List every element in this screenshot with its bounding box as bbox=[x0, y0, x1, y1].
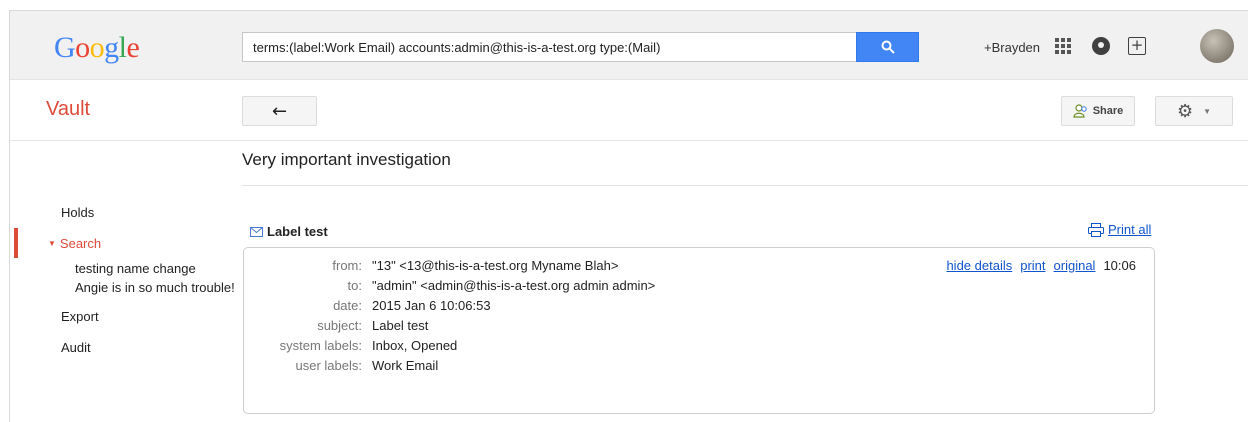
chevron-down-icon: ▼ bbox=[1203, 106, 1212, 116]
logo-letter: e bbox=[126, 31, 140, 64]
saved-search-item[interactable]: Angie is in so much trouble! bbox=[75, 280, 235, 295]
message-actions: hide details print original 10:06 bbox=[946, 258, 1136, 273]
print-all-label: Print all bbox=[1108, 222, 1152, 237]
settings-button[interactable]: ⚙ ▼ bbox=[1155, 96, 1233, 126]
search-button[interactable] bbox=[856, 32, 919, 62]
message-subject-header: Label test bbox=[250, 224, 328, 239]
detail-value: Label test bbox=[372, 318, 429, 333]
logo-letter: G bbox=[54, 31, 76, 64]
detail-label: to: bbox=[347, 278, 362, 293]
avatar[interactable] bbox=[1200, 29, 1234, 63]
detail-row: system labels: Inbox, Opened bbox=[244, 338, 944, 358]
sidebar-item-search[interactable]: ▼ Search bbox=[48, 236, 101, 251]
detail-value: Inbox, Opened bbox=[372, 338, 458, 353]
detail-row: to: "admin" <admin@this-is-a-test.org adm… bbox=[244, 278, 944, 298]
detail-label: date: bbox=[333, 298, 362, 313]
share-plus-icon[interactable]: + bbox=[1128, 37, 1146, 55]
gear-icon: ⚙ bbox=[1176, 100, 1194, 122]
detail-value: 2015 Jan 6 10:06:53 bbox=[372, 298, 491, 313]
logo-letter: o bbox=[75, 31, 90, 64]
detail-label: subject: bbox=[317, 318, 362, 333]
detail-label: user labels: bbox=[295, 358, 362, 373]
detail-row: from: "13" <13@this-is-a-test.org Myname … bbox=[244, 258, 944, 278]
sidebar-item-export[interactable]: Export bbox=[61, 309, 99, 324]
print-all-link[interactable]: Print all bbox=[1088, 222, 1151, 237]
share-people-icon bbox=[1073, 104, 1087, 118]
detail-row: date: 2015 Jan 6 10:06:53 bbox=[244, 298, 944, 318]
share-button[interactable]: Share bbox=[1061, 96, 1135, 126]
user-profile-link[interactable]: +Brayden bbox=[984, 40, 1040, 55]
logo-letter: l bbox=[118, 31, 127, 64]
divider bbox=[242, 185, 1248, 186]
search-input[interactable]: terms:(label:Work Email) accounts:admin@… bbox=[242, 32, 856, 62]
top-bar: Google terms:(label:Work Email) accounts… bbox=[10, 11, 1248, 80]
divider bbox=[10, 140, 1248, 141]
detail-value: Work Email bbox=[372, 358, 439, 373]
detail-value: "13" <13@this-is-a-test.org Myname Blah> bbox=[372, 258, 619, 273]
detail-row: user labels: Work Email bbox=[244, 358, 944, 378]
back-button[interactable]: ← bbox=[242, 96, 317, 126]
message-time: 10:06 bbox=[1103, 258, 1136, 273]
product-name: Vault bbox=[46, 98, 91, 120]
detail-label: system labels: bbox=[279, 338, 362, 353]
detail-row: subject: Label test bbox=[244, 318, 944, 338]
triangle-down-icon: ▼ bbox=[48, 239, 56, 248]
google-logo[interactable]: Google bbox=[54, 31, 140, 65]
print-link[interactable]: print bbox=[1020, 258, 1045, 273]
apps-icon[interactable] bbox=[1055, 38, 1071, 54]
original-link[interactable]: original bbox=[1054, 258, 1096, 273]
printer-icon bbox=[1088, 222, 1104, 237]
page-title: Very important investigation bbox=[242, 150, 451, 169]
share-label: Share bbox=[1092, 105, 1124, 117]
active-indicator bbox=[14, 228, 18, 258]
search-icon bbox=[881, 40, 895, 54]
notifications-icon[interactable] bbox=[1092, 37, 1110, 55]
sidebar-item-holds[interactable]: Holds bbox=[61, 205, 94, 220]
sidebar-item-audit[interactable]: Audit bbox=[61, 340, 91, 355]
envelope-icon bbox=[250, 226, 263, 237]
hide-details-link[interactable]: hide details bbox=[946, 258, 1012, 273]
message-subject-label: Label test bbox=[267, 224, 328, 239]
detail-value: "admin" <admin@this-is-a-test.org admin … bbox=[372, 278, 656, 293]
logo-letter: g bbox=[104, 31, 119, 64]
message-card: from: "13" <13@this-is-a-test.org Myname … bbox=[243, 247, 1155, 414]
sidebar-item-label: Search bbox=[59, 236, 102, 251]
saved-search-item[interactable]: testing name change bbox=[75, 261, 196, 276]
detail-label: from: bbox=[332, 258, 362, 273]
back-arrow-icon: ← bbox=[271, 100, 288, 122]
logo-letter: o bbox=[89, 31, 105, 64]
